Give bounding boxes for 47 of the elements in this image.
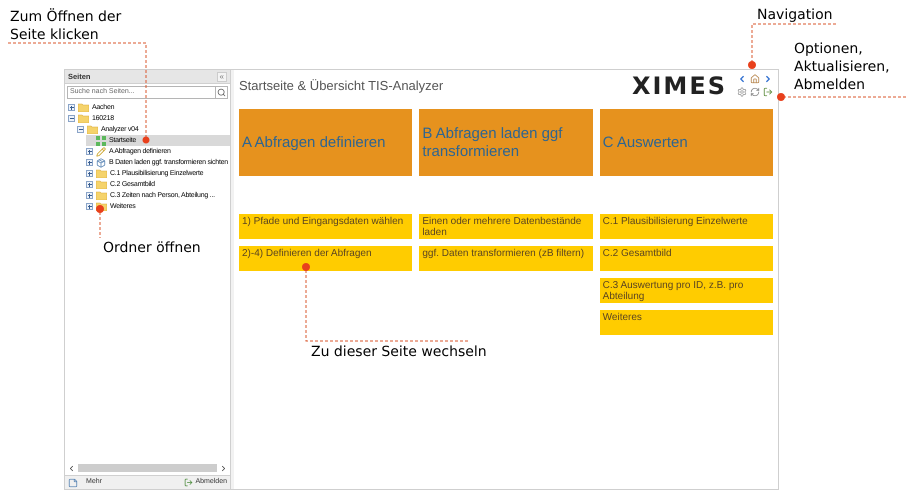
annotation-text: Ordner öffnen [103, 239, 201, 257]
annotation-text: Navigation [757, 6, 833, 24]
page-link-tile[interactable]: C.2 Gesamtbild [600, 246, 773, 271]
collapse-icon[interactable] [77, 126, 84, 133]
page-link-tile[interactable]: C.1 Plausibilisierung Einzelwerte [600, 214, 773, 239]
collapse-icon[interactable] [68, 115, 75, 122]
box-icon [96, 158, 106, 168]
collapse-button[interactable]: « [216, 72, 227, 82]
logout-icon [184, 478, 194, 487]
folder-icon [78, 103, 89, 112]
pencil-icon [96, 146, 106, 156]
folder-icon [78, 114, 89, 123]
leader-line [96, 205, 104, 238]
expand-icon[interactable] [86, 192, 93, 199]
page-link-tile[interactable]: Einen oder mehrere Datenbestände laden [419, 214, 593, 239]
logout-icon[interactable] [763, 87, 773, 97]
expand-icon[interactable] [86, 148, 93, 155]
grid-icon [96, 136, 106, 146]
scroll-left-icon[interactable] [67, 464, 76, 472]
expand-icon[interactable] [86, 181, 93, 188]
horizontal-scrollbar[interactable] [67, 463, 228, 473]
scroll-right-icon[interactable] [219, 464, 228, 472]
scrollbar-thumb[interactable] [78, 464, 217, 472]
page-link-tile[interactable]: C.3 Auswertung pro ID, z.B. pro Abteilung [600, 278, 773, 303]
logo: XIMES [632, 72, 727, 100]
expand-icon[interactable] [68, 104, 75, 111]
page-title: Startseite & Übersicht TIS-Analyzer [239, 77, 444, 95]
refresh-icon[interactable] [750, 87, 760, 97]
expand-icon[interactable] [86, 203, 93, 210]
settings-icon[interactable] [737, 87, 747, 97]
page-link-tile[interactable]: Weiteres [600, 310, 773, 335]
search-icon[interactable] [217, 88, 226, 97]
page-link-tile[interactable]: 2)-4) Definieren der Abfragen [239, 246, 412, 271]
expand-icon[interactable] [86, 159, 93, 166]
annotation-text: Zu dieser Seite wechseln [311, 343, 487, 361]
home-icon[interactable] [750, 74, 760, 84]
annotation-text: Optionen, Aktualisieren, Abmelden [794, 40, 891, 94]
page-link-tile[interactable]: 1) Pfade und Eingangsdaten wählen [239, 214, 412, 239]
expand-icon[interactable] [86, 170, 93, 177]
page-link-tile[interactable]: ggf. Daten transformieren (zB filtern) [419, 246, 593, 271]
forward-icon[interactable] [763, 74, 773, 84]
folder-icon [96, 169, 107, 178]
folder-icon [96, 191, 107, 200]
back-icon[interactable] [737, 74, 747, 84]
folder-icon [96, 180, 107, 189]
note-icon[interactable] [68, 478, 78, 488]
annotation-text: Zum Öffnen der Seite klicken [10, 8, 122, 44]
